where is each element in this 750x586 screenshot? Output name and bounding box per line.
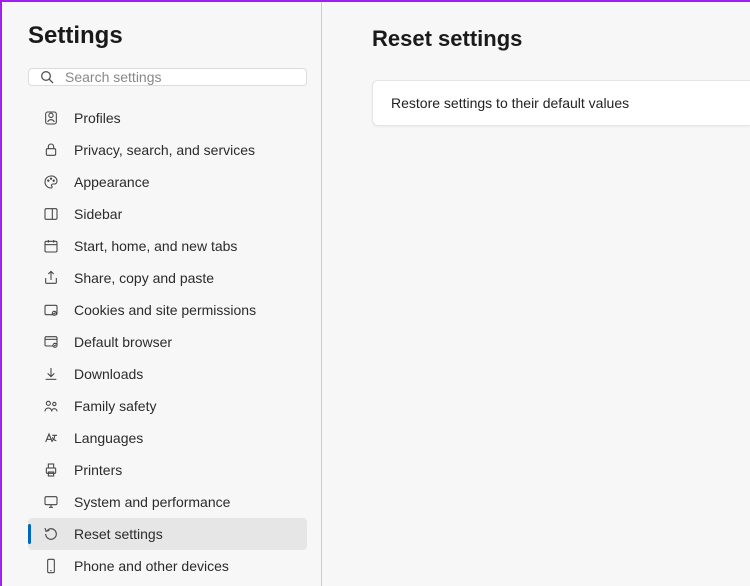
settings-sidebar: Settings Profiles Privacy, search, and s… [2,2,322,586]
page-title: Settings [28,22,307,50]
sidebar-item-profiles[interactable]: Profiles [28,102,307,134]
family-icon [42,397,60,415]
sidebar-item-sidebar[interactable]: Sidebar [28,198,307,230]
sidebar-item-appearance[interactable]: Appearance [28,166,307,198]
sidebar-item-label: System and performance [74,494,230,510]
settings-nav: Profiles Privacy, search, and services A… [28,102,307,582]
sidebar-item-privacy[interactable]: Privacy, search, and services [28,134,307,166]
download-icon [42,365,60,383]
sidebar-item-family[interactable]: Family safety [28,390,307,422]
sidebar-item-label: Default browser [74,334,172,350]
search-input[interactable] [65,69,296,85]
sidebar-item-label: Downloads [74,366,143,382]
sidebar-item-cookies[interactable]: Cookies and site permissions [28,294,307,326]
system-icon [42,493,60,511]
main-content: Reset settings Restore settings to their… [322,2,750,586]
sidebar-item-languages[interactable]: Languages [28,422,307,454]
printers-icon [42,461,60,479]
sidebar-item-label: Cookies and site permissions [74,302,256,318]
main-title: Reset settings [372,26,750,52]
restore-defaults-label: Restore settings to their default values [391,95,629,111]
phone-icon [42,557,60,575]
cookies-icon [42,301,60,319]
sidebar-item-label: Sidebar [74,206,122,222]
sidebar-item-label: Share, copy and paste [74,270,214,286]
restore-defaults-card[interactable]: Restore settings to their default values [372,80,750,126]
palette-icon [42,173,60,191]
sidebar-item-reset[interactable]: Reset settings [28,518,307,550]
sidebar-item-phone[interactable]: Phone and other devices [28,550,307,582]
sidebar-item-label: Reset settings [74,526,163,542]
languages-icon [42,429,60,447]
sidebar-item-printers[interactable]: Printers [28,454,307,486]
sidebar-item-label: Profiles [74,110,121,126]
share-icon [42,269,60,287]
sidebar-item-system[interactable]: System and performance [28,486,307,518]
search-field[interactable] [28,68,307,86]
sidebar-item-label: Printers [74,462,122,478]
reset-icon [42,525,60,543]
sidebar-item-default-browser[interactable]: Default browser [28,326,307,358]
sidebar-item-label: Privacy, search, and services [74,142,255,158]
sidebar-item-label: Languages [74,430,143,446]
sidebar-item-start[interactable]: Start, home, and new tabs [28,230,307,262]
sidebar-item-label: Start, home, and new tabs [74,238,237,254]
sidebar-item-label: Phone and other devices [74,558,229,574]
sidebar-icon [42,205,60,223]
calendar-icon [42,237,60,255]
sidebar-item-share[interactable]: Share, copy and paste [28,262,307,294]
profiles-icon [42,109,60,127]
sidebar-item-downloads[interactable]: Downloads [28,358,307,390]
sidebar-item-label: Appearance [74,174,150,190]
sidebar-item-label: Family safety [74,398,156,414]
search-icon [39,69,55,85]
lock-icon [42,141,60,159]
browser-icon [42,333,60,351]
